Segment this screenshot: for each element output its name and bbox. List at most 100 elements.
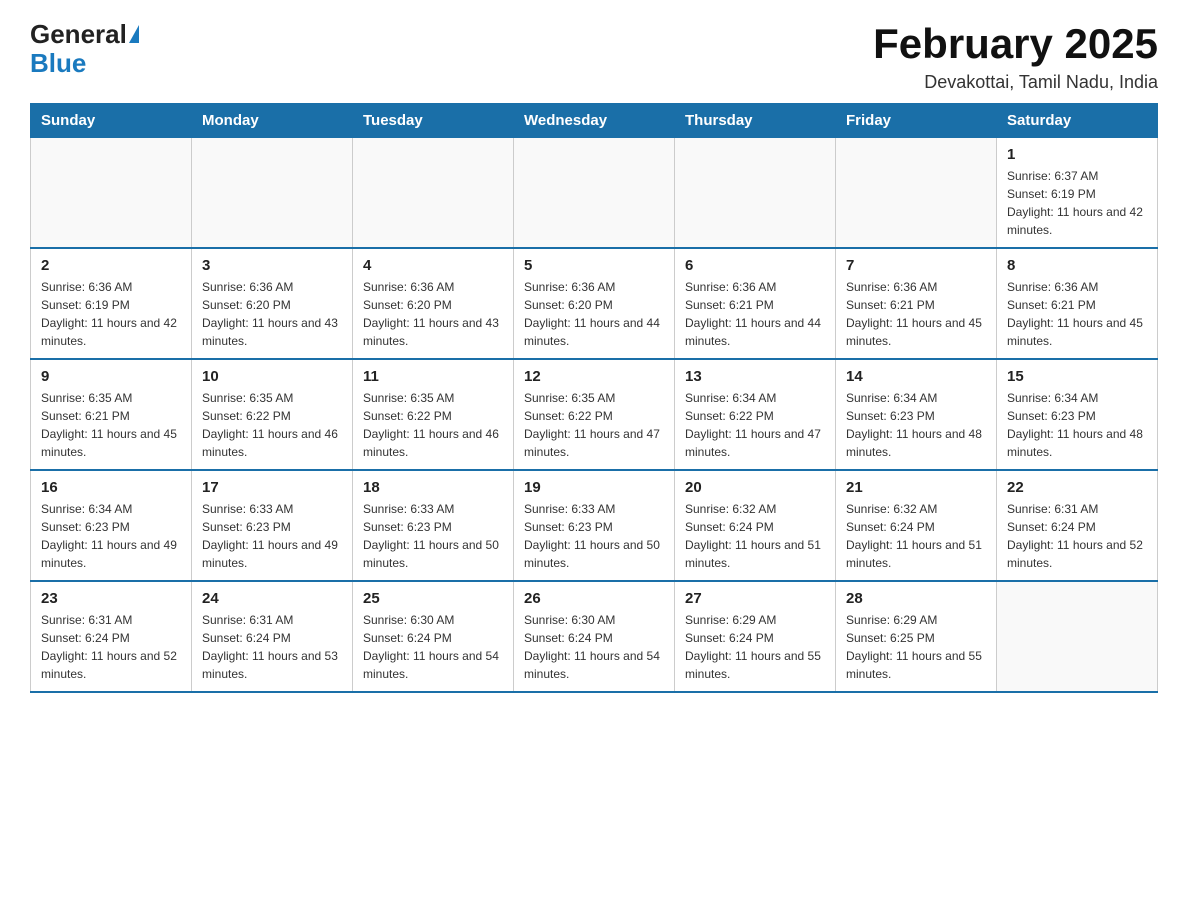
- day-number: 21: [846, 479, 986, 496]
- day-info: Sunrise: 6:34 AM Sunset: 6:23 PM Dayligh…: [846, 389, 986, 461]
- calendar-cell: 23 Sunrise: 6:31 AM Sunset: 6:24 PM Dayli…: [31, 581, 192, 692]
- day-number: 16: [41, 479, 181, 496]
- logo: General Blue: [30, 20, 139, 77]
- day-info: Sunrise: 6:36 AM Sunset: 6:21 PM Dayligh…: [685, 278, 825, 350]
- calendar-cell: 13 Sunrise: 6:34 AM Sunset: 6:22 PM Dayli…: [675, 359, 836, 470]
- location-subtitle: Devakottai, Tamil Nadu, India: [873, 72, 1158, 93]
- day-info: Sunrise: 6:37 AM Sunset: 6:19 PM Dayligh…: [1007, 167, 1147, 239]
- day-info: Sunrise: 6:34 AM Sunset: 6:23 PM Dayligh…: [41, 500, 181, 572]
- calendar-cell: [997, 581, 1158, 692]
- day-number: 20: [685, 479, 825, 496]
- day-number: 15: [1007, 368, 1147, 385]
- calendar-cell: [192, 138, 353, 249]
- weekday-header-monday: Monday: [192, 104, 353, 138]
- calendar-body: 1 Sunrise: 6:37 AM Sunset: 6:19 PM Daylig…: [31, 138, 1158, 693]
- calendar-cell: 6 Sunrise: 6:36 AM Sunset: 6:21 PM Daylig…: [675, 248, 836, 359]
- calendar-week-row: 16 Sunrise: 6:34 AM Sunset: 6:23 PM Dayli…: [31, 470, 1158, 581]
- day-number: 6: [685, 257, 825, 274]
- day-info: Sunrise: 6:31 AM Sunset: 6:24 PM Dayligh…: [202, 611, 342, 683]
- calendar-cell: 16 Sunrise: 6:34 AM Sunset: 6:23 PM Dayli…: [31, 470, 192, 581]
- calendar-cell: [353, 138, 514, 249]
- logo-triangle-icon: [129, 25, 139, 43]
- day-number: 19: [524, 479, 664, 496]
- calendar-cell: 20 Sunrise: 6:32 AM Sunset: 6:24 PM Dayli…: [675, 470, 836, 581]
- weekday-header-wednesday: Wednesday: [514, 104, 675, 138]
- day-info: Sunrise: 6:36 AM Sunset: 6:21 PM Dayligh…: [846, 278, 986, 350]
- logo-general: General: [30, 20, 127, 49]
- day-number: 9: [41, 368, 181, 385]
- calendar-table: SundayMondayTuesdayWednesdayThursdayFrid…: [30, 103, 1158, 693]
- day-number: 18: [363, 479, 503, 496]
- calendar-cell: 11 Sunrise: 6:35 AM Sunset: 6:22 PM Dayli…: [353, 359, 514, 470]
- calendar-week-row: 1 Sunrise: 6:37 AM Sunset: 6:19 PM Daylig…: [31, 138, 1158, 249]
- calendar-cell: 3Sunrise: 6:36 AM Sunset: 6:20 PM Daylig…: [192, 248, 353, 359]
- calendar-cell: 21 Sunrise: 6:32 AM Sunset: 6:24 PM Dayli…: [836, 470, 997, 581]
- day-info: Sunrise: 6:34 AM Sunset: 6:23 PM Dayligh…: [1007, 389, 1147, 461]
- day-number: 10: [202, 368, 342, 385]
- calendar-cell: 4 Sunrise: 6:36 AM Sunset: 6:20 PM Daylig…: [353, 248, 514, 359]
- calendar-cell: 12 Sunrise: 6:35 AM Sunset: 6:22 PM Dayli…: [514, 359, 675, 470]
- day-info: Sunrise: 6:36 AM Sunset: 6:19 PM Dayligh…: [41, 278, 181, 350]
- calendar-cell: [836, 138, 997, 249]
- day-number: 12: [524, 368, 664, 385]
- title-block: February 2025 Devakottai, Tamil Nadu, In…: [873, 20, 1158, 93]
- day-info: Sunrise: 6:36 AM Sunset: 6:20 PM Dayligh…: [363, 278, 503, 350]
- day-info: Sunrise: 6:31 AM Sunset: 6:24 PM Dayligh…: [41, 611, 181, 683]
- day-number: 28: [846, 590, 986, 607]
- day-info: Sunrise: 6:33 AM Sunset: 6:23 PM Dayligh…: [363, 500, 503, 572]
- calendar-cell: 15 Sunrise: 6:34 AM Sunset: 6:23 PM Dayli…: [997, 359, 1158, 470]
- day-number: 22: [1007, 479, 1147, 496]
- weekday-header-row: SundayMondayTuesdayWednesdayThursdayFrid…: [31, 104, 1158, 138]
- calendar-cell: [31, 138, 192, 249]
- day-number: 1: [1007, 146, 1147, 163]
- day-number: 26: [524, 590, 664, 607]
- calendar-cell: 27Sunrise: 6:29 AM Sunset: 6:24 PM Dayli…: [675, 581, 836, 692]
- month-title: February 2025: [873, 20, 1158, 68]
- calendar-cell: 28 Sunrise: 6:29 AM Sunset: 6:25 PM Dayli…: [836, 581, 997, 692]
- day-info: Sunrise: 6:35 AM Sunset: 6:21 PM Dayligh…: [41, 389, 181, 461]
- calendar-cell: 26 Sunrise: 6:30 AM Sunset: 6:24 PM Dayli…: [514, 581, 675, 692]
- calendar-week-row: 2 Sunrise: 6:36 AM Sunset: 6:19 PM Daylig…: [31, 248, 1158, 359]
- day-info: Sunrise: 6:32 AM Sunset: 6:24 PM Dayligh…: [846, 500, 986, 572]
- day-number: 7: [846, 257, 986, 274]
- day-number: 13: [685, 368, 825, 385]
- calendar-header: SundayMondayTuesdayWednesdayThursdayFrid…: [31, 104, 1158, 138]
- weekday-header-saturday: Saturday: [997, 104, 1158, 138]
- calendar-cell: 9 Sunrise: 6:35 AM Sunset: 6:21 PM Daylig…: [31, 359, 192, 470]
- day-info: Sunrise: 6:31 AM Sunset: 6:24 PM Dayligh…: [1007, 500, 1147, 572]
- day-number: 23: [41, 590, 181, 607]
- calendar-cell: 19Sunrise: 6:33 AM Sunset: 6:23 PM Dayli…: [514, 470, 675, 581]
- calendar-cell: 14 Sunrise: 6:34 AM Sunset: 6:23 PM Dayli…: [836, 359, 997, 470]
- logo-blue: Blue: [30, 49, 86, 78]
- calendar-cell: 22 Sunrise: 6:31 AM Sunset: 6:24 PM Dayli…: [997, 470, 1158, 581]
- calendar-cell: 17 Sunrise: 6:33 AM Sunset: 6:23 PM Dayli…: [192, 470, 353, 581]
- day-info: Sunrise: 6:33 AM Sunset: 6:23 PM Dayligh…: [202, 500, 342, 572]
- day-number: 14: [846, 368, 986, 385]
- calendar-cell: [675, 138, 836, 249]
- day-info: Sunrise: 6:35 AM Sunset: 6:22 PM Dayligh…: [202, 389, 342, 461]
- calendar-cell: 2 Sunrise: 6:36 AM Sunset: 6:19 PM Daylig…: [31, 248, 192, 359]
- day-info: Sunrise: 6:29 AM Sunset: 6:25 PM Dayligh…: [846, 611, 986, 683]
- weekday-header-friday: Friday: [836, 104, 997, 138]
- calendar-cell: [514, 138, 675, 249]
- weekday-header-sunday: Sunday: [31, 104, 192, 138]
- day-number: 27: [685, 590, 825, 607]
- day-number: 17: [202, 479, 342, 496]
- day-info: Sunrise: 6:34 AM Sunset: 6:22 PM Dayligh…: [685, 389, 825, 461]
- day-number: 5: [524, 257, 664, 274]
- day-number: 24: [202, 590, 342, 607]
- day-info: Sunrise: 6:35 AM Sunset: 6:22 PM Dayligh…: [363, 389, 503, 461]
- day-info: Sunrise: 6:36 AM Sunset: 6:20 PM Dayligh…: [524, 278, 664, 350]
- day-info: Sunrise: 6:32 AM Sunset: 6:24 PM Dayligh…: [685, 500, 825, 572]
- weekday-header-tuesday: Tuesday: [353, 104, 514, 138]
- day-number: 2: [41, 257, 181, 274]
- day-info: Sunrise: 6:35 AM Sunset: 6:22 PM Dayligh…: [524, 389, 664, 461]
- day-info: Sunrise: 6:30 AM Sunset: 6:24 PM Dayligh…: [363, 611, 503, 683]
- calendar-cell: 7 Sunrise: 6:36 AM Sunset: 6:21 PM Daylig…: [836, 248, 997, 359]
- day-number: 11: [363, 368, 503, 385]
- weekday-header-thursday: Thursday: [675, 104, 836, 138]
- day-info: Sunrise: 6:30 AM Sunset: 6:24 PM Dayligh…: [524, 611, 664, 683]
- day-number: 4: [363, 257, 503, 274]
- day-number: 8: [1007, 257, 1147, 274]
- page-header: General Blue February 2025 Devakottai, T…: [30, 20, 1158, 93]
